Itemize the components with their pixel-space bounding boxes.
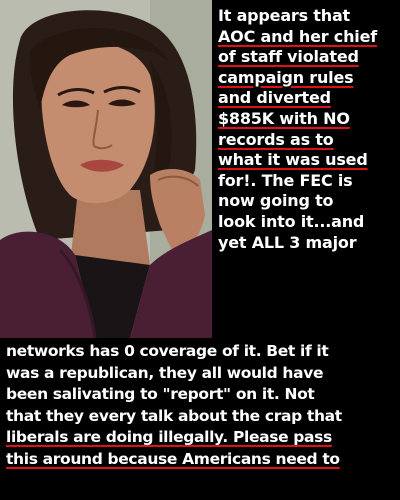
caption-line: AOC and her chief — [218, 26, 377, 46]
caption-line: been salivating to "report" on it. Not — [6, 385, 315, 403]
caption-line: look into it...and — [218, 211, 365, 231]
caption-right-column: It appears that AOC and her chief of sta… — [218, 6, 400, 253]
meme-image: It appears that AOC and her chief of sta… — [0, 0, 400, 500]
caption-line: It appears that — [218, 6, 350, 25]
portrait-illustration — [0, 0, 212, 338]
caption-line: networks has 0 coverage of it. Bet if it — [6, 342, 329, 360]
caption-line: $885K with NO — [218, 108, 350, 128]
caption-line: campaign rules — [218, 67, 354, 87]
caption-line-underlined: this around because Americans need to — [6, 449, 340, 468]
caption-line: for!. The FEC is — [218, 170, 353, 190]
caption-line-highlighted: liberals are doing illegally. Please pas… — [6, 428, 332, 446]
caption-line: now going to — [218, 191, 334, 211]
portrait-photo — [0, 0, 212, 338]
caption-bottom-block: networks has 0 coverage of it. Bet if it… — [6, 341, 398, 470]
caption-line: was a republican, they all would have — [6, 363, 324, 382]
caption-line: what it was used — [218, 150, 368, 170]
caption-line: yet ALL 3 major — [218, 232, 357, 252]
caption-line: and diverted — [218, 88, 331, 108]
caption-line: that they every talk about the crap that — [6, 406, 342, 425]
caption-line: of staff violated — [218, 47, 359, 67]
caption-line: records as to — [218, 129, 334, 149]
